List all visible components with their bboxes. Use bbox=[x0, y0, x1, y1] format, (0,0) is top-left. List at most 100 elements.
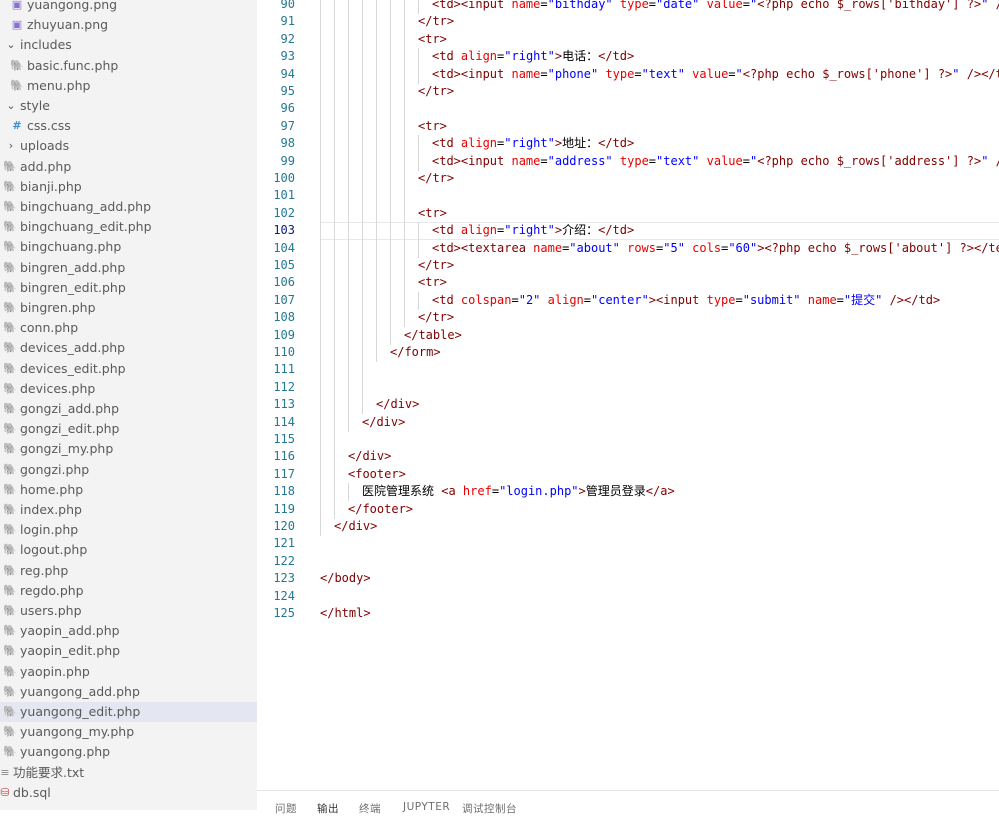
explorer-item[interactable]: 🐘 login.php bbox=[0, 520, 257, 540]
panel-tab[interactable]: 问题 bbox=[275, 801, 297, 816]
indent-guide bbox=[362, 170, 363, 188]
explorer-item[interactable]: 🐘 gongzi_my.php bbox=[0, 439, 257, 459]
explorer-item[interactable]: 🐘 yuangong_edit.php bbox=[0, 702, 257, 722]
indent-guide bbox=[320, 361, 321, 380]
code-line[interactable]: 99 <td><input name="address" type="text" … bbox=[257, 152, 999, 171]
code-token: <footer> bbox=[348, 466, 406, 481]
code-line[interactable]: 106 <tr> bbox=[257, 274, 999, 293]
indent-guide bbox=[362, 309, 363, 328]
explorer-item[interactable]: 🐘 devices_add.php bbox=[0, 338, 257, 358]
explorer-item[interactable]: # css.css bbox=[0, 116, 257, 136]
explorer-item[interactable]: ⛁ db.sql bbox=[0, 783, 257, 803]
indent-guide bbox=[376, 204, 377, 223]
panel-tab[interactable]: JUPYTER bbox=[403, 801, 450, 813]
code-line[interactable]: 115 bbox=[257, 431, 999, 449]
explorer-item[interactable]: 🐘 gongzi_edit.php bbox=[0, 419, 257, 439]
explorer-item[interactable]: 🐘 index.php bbox=[0, 500, 257, 520]
code-token: <td><input bbox=[432, 66, 512, 81]
explorer-item[interactable]: 🐘 bianji.php bbox=[0, 177, 257, 197]
explorer-item[interactable]: 🐘 bingren_edit.php bbox=[0, 278, 257, 298]
explorer-item[interactable]: 🐘 yaopin_edit.php bbox=[0, 641, 257, 661]
code-line[interactable]: 90 <td><input name="bithday" type="date" … bbox=[257, 0, 999, 14]
code-line[interactable]: 109 </table> bbox=[257, 326, 999, 345]
indent-guide bbox=[348, 309, 349, 328]
code-text: </div> bbox=[348, 448, 391, 465]
code-token: </div> bbox=[334, 519, 378, 533]
code-line[interactable]: 123 </body> bbox=[257, 570, 999, 587]
explorer-item[interactable]: 🐘 yuangong_my.php bbox=[0, 722, 257, 742]
code-line[interactable]: 117 <footer> bbox=[257, 465, 999, 484]
explorer-item[interactable]: 🐘 yuangong_add.php bbox=[0, 682, 257, 702]
code-line[interactable]: 94 <td><input name="phone" type="text" va… bbox=[257, 65, 999, 84]
code-line[interactable]: 91 </tr> bbox=[257, 13, 999, 32]
explorer-item[interactable]: 🐘 devices_edit.php bbox=[0, 359, 257, 379]
code-line[interactable]: 97 <tr> bbox=[257, 117, 999, 136]
explorer-item[interactable]: 🐘 gongzi.php bbox=[0, 460, 257, 480]
explorer-item[interactable]: 🐘 reg.php bbox=[0, 561, 257, 581]
explorer-item[interactable]: ⌄ style bbox=[0, 96, 257, 116]
code-line[interactable]: 125 </html> bbox=[257, 605, 999, 622]
code-line[interactable]: 118 医院管理系统 <a href="login.php">管理员登录</a> bbox=[257, 483, 999, 502]
indent-guide bbox=[320, 239, 321, 258]
code-line[interactable]: 92 <tr> bbox=[257, 30, 999, 49]
explorer-item[interactable]: 🐘 yaopin.php bbox=[0, 662, 257, 682]
explorer-item[interactable]: 🐘 devices.php bbox=[0, 379, 257, 399]
explorer-item[interactable]: 🐘 basic.func.php bbox=[0, 56, 257, 76]
code-line[interactable]: 124 bbox=[257, 588, 999, 605]
code-line[interactable]: 102 <tr> bbox=[257, 204, 999, 223]
code-line[interactable]: 105 </tr> bbox=[257, 257, 999, 275]
code-line[interactable]: 113 </div> bbox=[257, 396, 999, 415]
code-line[interactable]: 103 <td align="right">介绍：</td> bbox=[257, 222, 999, 241]
explorer-item[interactable]: 🐘 home.php bbox=[0, 480, 257, 500]
code-line[interactable]: 111 bbox=[257, 361, 999, 380]
panel-tab[interactable]: 终端 bbox=[359, 801, 381, 816]
explorer-item[interactable]: 🐘 yuangong.php bbox=[0, 742, 257, 762]
code-line[interactable]: 104 <td><textarea name="about" rows="5" c… bbox=[257, 239, 999, 258]
panel-tab[interactable]: 输出 bbox=[317, 801, 339, 816]
line-number: 103 bbox=[273, 223, 295, 238]
explorer-item[interactable]: 🐘 yaopin_add.php bbox=[0, 621, 257, 641]
indent-guide bbox=[376, 309, 377, 328]
code-line[interactable]: 98 <td align="right">地址：</td> bbox=[257, 135, 999, 154]
explorer-item[interactable]: ▣ zhuyuan.png bbox=[0, 15, 257, 35]
code-line[interactable]: 121 bbox=[257, 535, 999, 552]
panel-tab[interactable]: 调试控制台 bbox=[462, 801, 517, 816]
code-line[interactable]: 96 bbox=[257, 100, 999, 119]
explorer-item[interactable]: 🐘 bingchuang_add.php bbox=[0, 197, 257, 217]
explorer-item[interactable]: 🐘 regdo.php bbox=[0, 581, 257, 601]
explorer-item[interactable]: 🐘 bingchuang.php bbox=[0, 237, 257, 257]
explorer-item[interactable]: 🐘 gongzi_add.php bbox=[0, 399, 257, 419]
indent-guide bbox=[348, 257, 349, 275]
code-line[interactable]: 116 </div> bbox=[257, 448, 999, 467]
code-editor[interactable]: 90 <td><input name="bithday" type="date" … bbox=[257, 0, 999, 790]
code-line[interactable]: 107 <td colspan="2" align="center"><input… bbox=[257, 291, 999, 310]
code-line[interactable]: 112 bbox=[257, 378, 999, 397]
code-line[interactable]: 95 </tr> bbox=[257, 83, 999, 101]
php-elephant-icon: 🐘 bbox=[3, 583, 17, 597]
explorer-item[interactable]: ▣ yuangong.png bbox=[0, 0, 257, 15]
code-line[interactable]: 100 </tr> bbox=[257, 170, 999, 188]
explorer-item[interactable]: 🐘 add.php bbox=[0, 157, 257, 177]
code-line[interactable]: 119 </footer> bbox=[257, 500, 999, 519]
explorer-item[interactable]: ≡ 功能要求.txt bbox=[0, 763, 257, 783]
code-text: </div> bbox=[334, 518, 377, 535]
explorer-item[interactable]: 🐘 bingren_add.php bbox=[0, 258, 257, 278]
code-line[interactable]: 120 </div> bbox=[257, 518, 999, 536]
explorer-item[interactable]: 🐘 bingchuang_edit.php bbox=[0, 217, 257, 237]
code-token: 医院管理系统 bbox=[362, 484, 442, 499]
explorer-item[interactable]: 🐘 conn.php bbox=[0, 318, 257, 338]
explorer-item[interactable]: 🐘 bingren.php bbox=[0, 298, 257, 318]
code-line[interactable]: 93 <td align="right">电话：</td> bbox=[257, 48, 999, 67]
indent-guide bbox=[404, 152, 405, 171]
explorer-item[interactable]: ⌄ includes bbox=[0, 35, 257, 55]
explorer-item[interactable]: 🐘 logout.php bbox=[0, 540, 257, 560]
code-line[interactable]: 110 </form> bbox=[257, 344, 999, 362]
explorer-item[interactable]: 🐘 menu.php bbox=[0, 76, 257, 96]
php-elephant-icon: 🐘 bbox=[3, 684, 17, 698]
explorer-item[interactable]: 🐘 users.php bbox=[0, 601, 257, 621]
code-line[interactable]: 114 </div> bbox=[257, 413, 999, 432]
explorer-item[interactable]: › uploads bbox=[0, 136, 257, 156]
code-line[interactable]: 108 </tr> bbox=[257, 309, 999, 328]
code-line[interactable]: 122 bbox=[257, 553, 999, 570]
code-line[interactable]: 101 bbox=[257, 187, 999, 206]
